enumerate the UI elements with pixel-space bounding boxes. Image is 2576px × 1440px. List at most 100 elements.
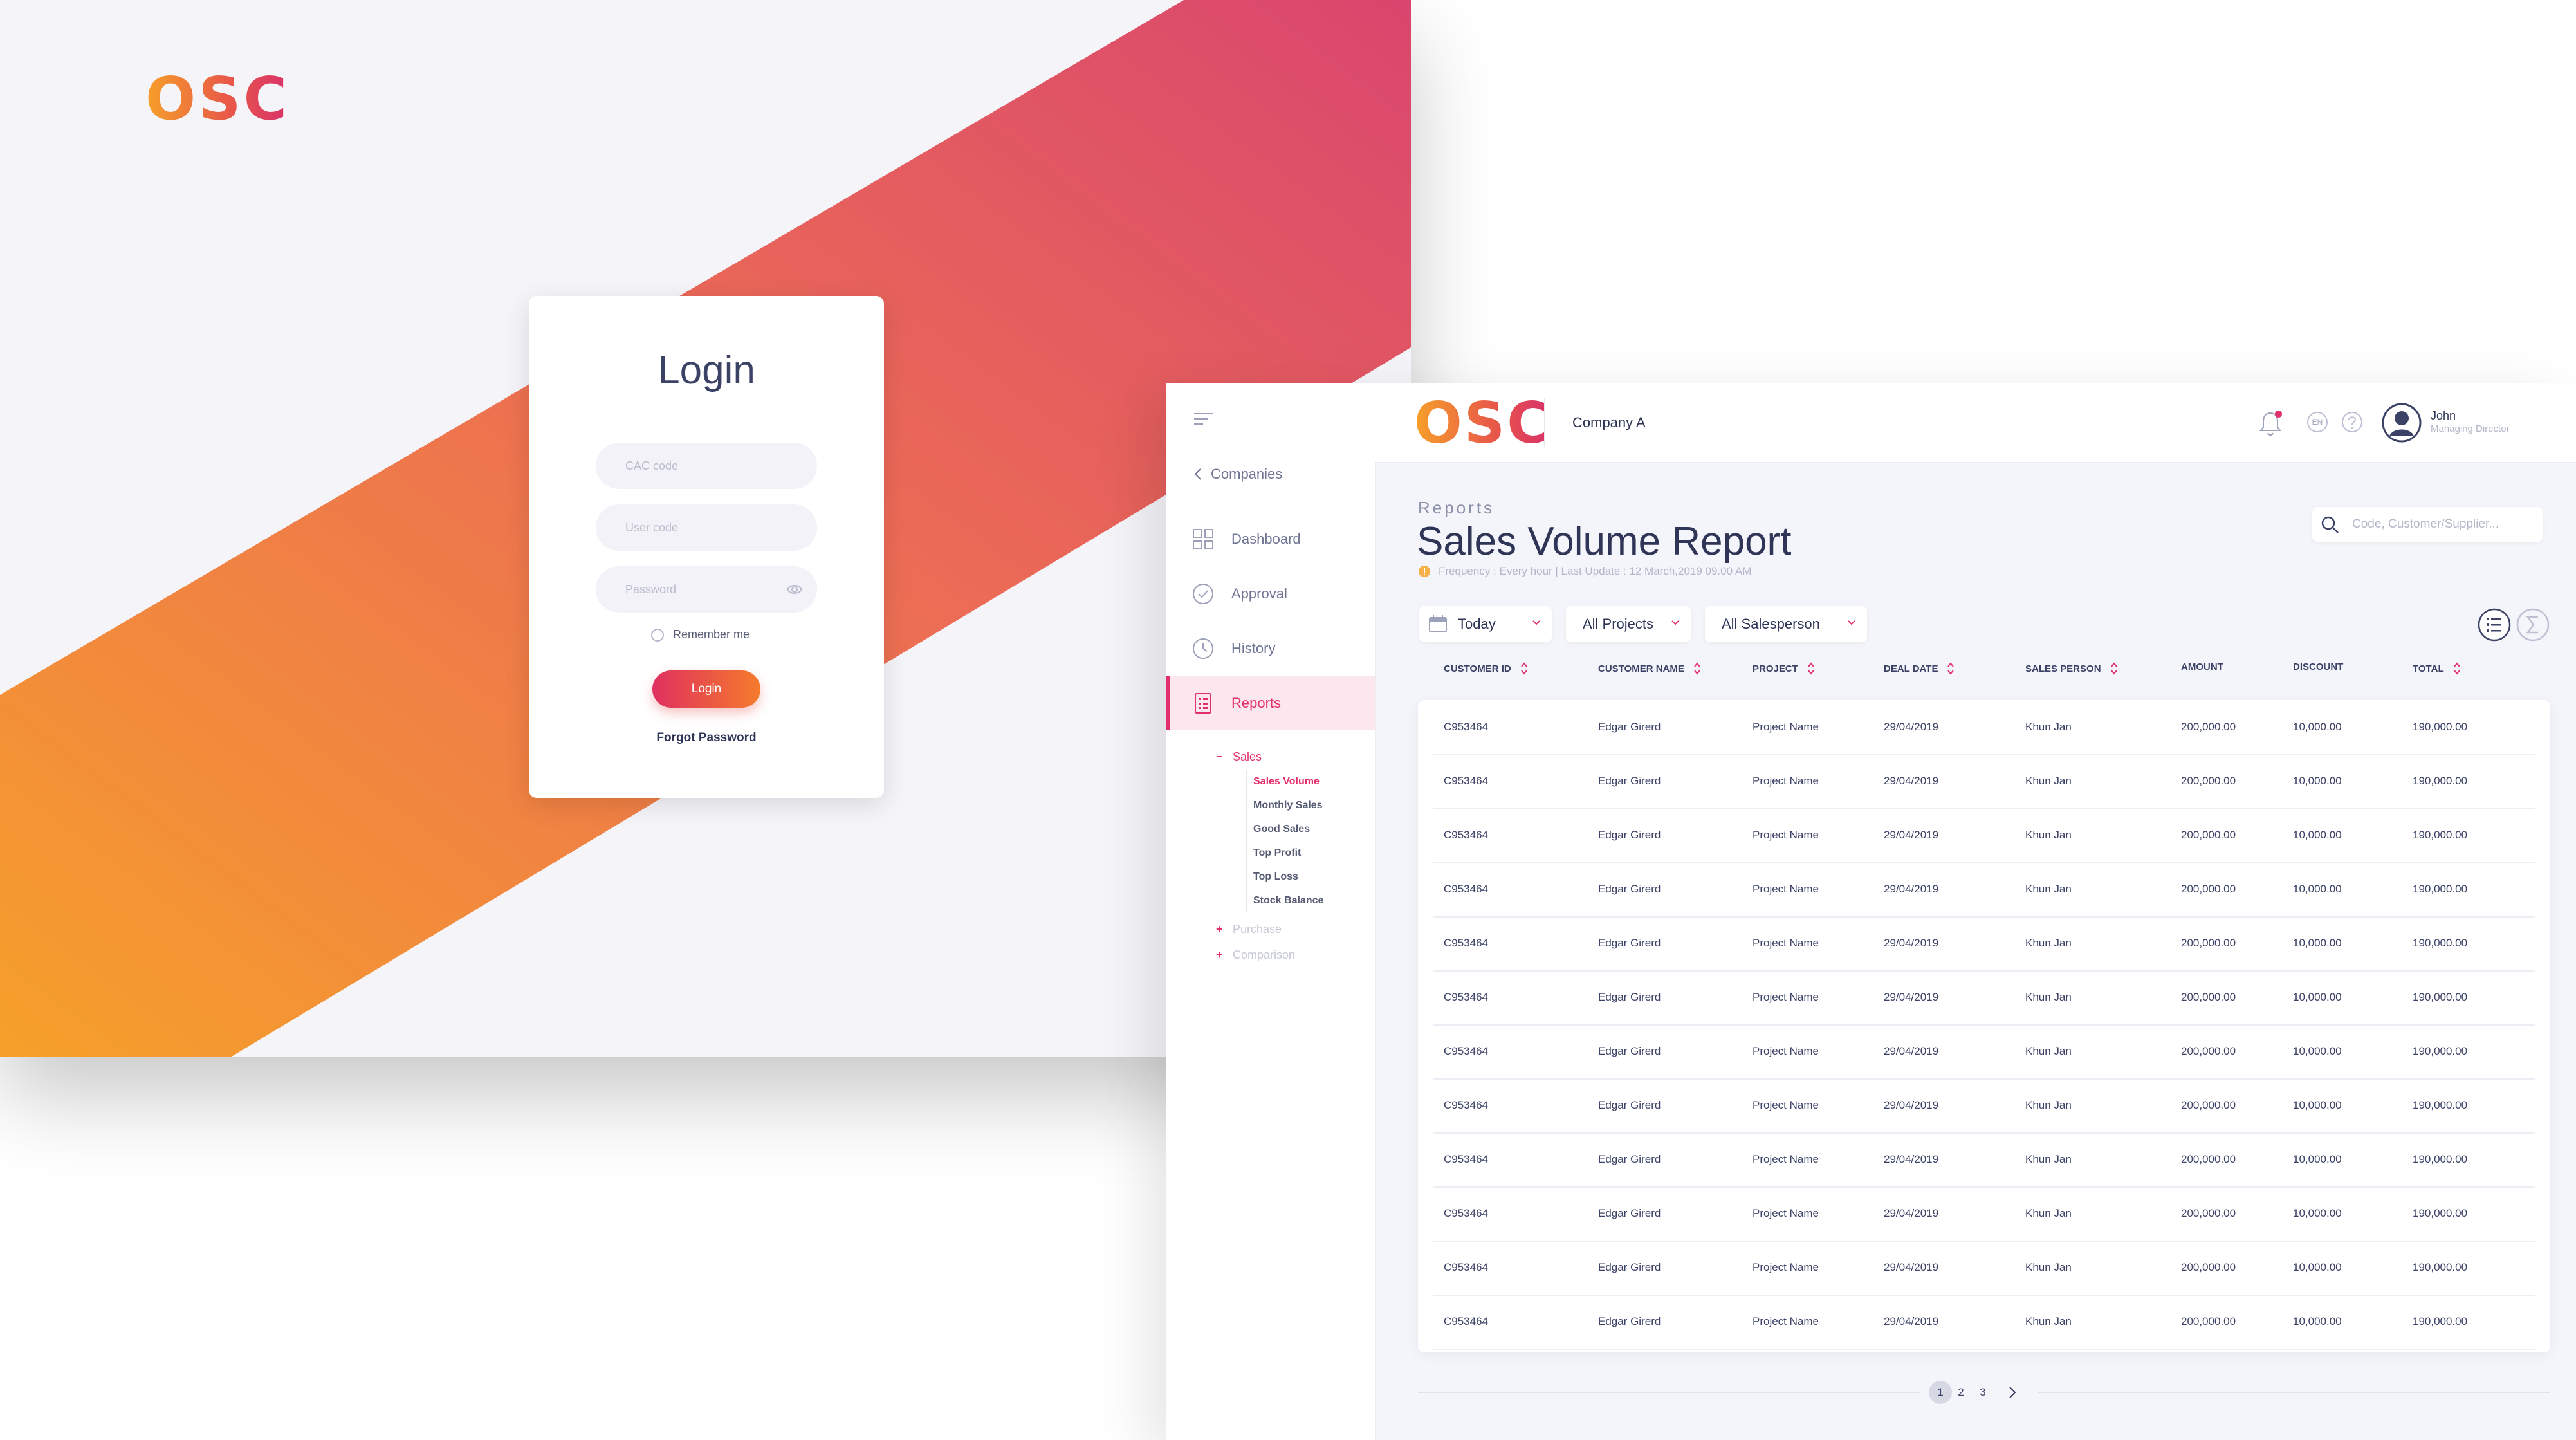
list-view-icon[interactable] xyxy=(2477,607,2512,642)
table-row[interactable]: C953464 Edgar Girerd Project Name 29/04/201… xyxy=(1433,1241,2535,1296)
projects-filter-dropdown[interactable]: All Projects xyxy=(1566,606,1691,642)
column-header-customer-id[interactable]: CUSTOMER ID xyxy=(1444,661,1528,676)
submenu-item-monthly-sales[interactable]: Monthly Sales xyxy=(1253,793,1323,817)
table-row[interactable]: C953464 Edgar Girerd Project Name 29/04/201… xyxy=(1433,1132,2535,1188)
sort-icon[interactable] xyxy=(2110,661,2118,676)
column-header-project[interactable]: PROJECT xyxy=(1753,661,1815,676)
report-app: Companies Dashboard Approval History Rep… xyxy=(1166,383,2576,1440)
submenu-group-comparison[interactable]: + Comparison xyxy=(1216,942,1323,968)
cell-amount: 200,000.00 xyxy=(2181,1207,2236,1219)
table-row[interactable]: C953464 Edgar Girerd Project Name 29/04/201… xyxy=(1433,1078,2535,1134)
submenu-item-sales-volume[interactable]: Sales Volume xyxy=(1253,770,1323,793)
cell-sales-person: Khun Jan xyxy=(2025,1261,2072,1273)
cell-total: 190,000.00 xyxy=(2413,775,2468,787)
column-header-total[interactable]: TOTAL xyxy=(2413,661,2461,676)
table-row[interactable]: C953464 Edgar Girerd Project Name 29/04/201… xyxy=(1433,916,2535,972)
cell-deal-date: 29/04/2019 xyxy=(1884,1099,1939,1111)
column-header-sales-person[interactable]: SALES PERSON xyxy=(2025,661,2118,676)
cell-total: 190,000.00 xyxy=(2413,937,2468,949)
cell-deal-date: 29/04/2019 xyxy=(1884,1315,1939,1327)
cell-discount: 10,000.00 xyxy=(2293,1315,2342,1327)
help-icon[interactable] xyxy=(2341,411,2364,434)
page-button-2[interactable]: 2 xyxy=(1949,1381,1973,1404)
company-selector[interactable]: Company A xyxy=(1572,414,1646,431)
cell-amount: 200,000.00 xyxy=(2181,937,2236,949)
report-icon xyxy=(1195,693,1211,714)
column-header-amount: AMOUNT xyxy=(2181,661,2223,672)
companies-back-link[interactable]: Companies xyxy=(1194,466,1282,483)
page-button-3[interactable]: 3 xyxy=(1971,1381,1994,1404)
submenu-group-label: Comparison xyxy=(1233,948,1296,961)
submenu-item-top-profit[interactable]: Top Profit xyxy=(1253,841,1323,865)
login-button[interactable]: Login xyxy=(652,670,760,708)
date-filter-dropdown[interactable]: Today xyxy=(1419,606,1552,642)
table-row[interactable]: C953464 Edgar Girerd Project Name 29/04/201… xyxy=(1433,970,2535,1026)
cell-discount: 10,000.00 xyxy=(2293,775,2342,787)
submenu-item-top-loss[interactable]: Top Loss xyxy=(1253,865,1323,889)
cell-total: 190,000.00 xyxy=(2413,721,2468,733)
sidebar-item-approval[interactable]: Approval xyxy=(1166,567,1375,621)
cell-project: Project Name xyxy=(1753,1207,1819,1219)
salesperson-filter-dropdown[interactable]: All Salesperson xyxy=(1705,606,1867,642)
cell-deal-date: 29/04/2019 xyxy=(1884,1207,1939,1219)
info-icon xyxy=(1419,566,1430,577)
eye-icon[interactable] xyxy=(786,582,803,597)
column-header-discount: DISCOUNT xyxy=(2293,661,2343,672)
submenu-group-sales[interactable]: − Sales xyxy=(1216,744,1323,770)
column-header-label: DISCOUNT xyxy=(2293,661,2344,672)
forgot-password-link[interactable]: Forgot Password xyxy=(529,731,884,745)
remember-me-checkbox[interactable] xyxy=(651,628,664,642)
search-input[interactable]: Code, Customer/Supplier... xyxy=(2312,507,2543,542)
remember-me-row[interactable]: Remember me xyxy=(651,628,750,642)
cell-customer-id: C953464 xyxy=(1444,1207,1489,1219)
sort-icon[interactable] xyxy=(1693,661,1701,676)
chevron-left-icon xyxy=(1194,468,1201,480)
table-row[interactable]: C953464 Edgar Girerd Project Name 29/04/201… xyxy=(1433,1024,2535,1080)
sidebar-item-history[interactable]: History xyxy=(1166,622,1375,676)
submenu-item-stock-balance[interactable]: Stock Balance xyxy=(1253,889,1323,912)
cell-sales-person: Khun Jan xyxy=(2025,775,2072,787)
cell-customer-id: C953464 xyxy=(1444,1099,1489,1111)
sort-icon[interactable] xyxy=(1520,661,1528,676)
user-name: John xyxy=(2431,409,2456,422)
cell-amount: 200,000.00 xyxy=(2181,1153,2236,1165)
cell-customer-name: Edgar Girerd xyxy=(1598,1099,1661,1111)
expand-icon: + xyxy=(1216,948,1223,961)
chevron-right-icon[interactable] xyxy=(2005,1385,2020,1400)
avatar[interactable] xyxy=(2382,403,2422,443)
column-header-deal-date[interactable]: DEAL DATE xyxy=(1884,661,1955,676)
language-switch[interactable]: EN xyxy=(2307,412,2328,432)
page-button-1[interactable]: 1 xyxy=(1929,1381,1952,1404)
sort-icon[interactable] xyxy=(1947,661,1955,676)
reports-submenu: − Sales Sales Volume Monthly Sales Good … xyxy=(1216,744,1323,968)
breadcrumb[interactable]: Reports xyxy=(1418,498,1495,518)
summary-view-icon[interactable] xyxy=(2516,607,2550,642)
sort-icon[interactable] xyxy=(1807,661,1815,676)
submenu-item-good-sales[interactable]: Good Sales xyxy=(1253,817,1323,841)
table-row[interactable]: C953464 Edgar Girerd Project Name 29/04/201… xyxy=(1433,1295,2535,1350)
menu-icon[interactable] xyxy=(1194,412,1213,426)
sidebar-item-dashboard[interactable]: Dashboard xyxy=(1166,512,1375,566)
password-input[interactable]: Password xyxy=(596,566,817,613)
app-logo[interactable]: OSC xyxy=(1414,390,1550,456)
sidebar: Companies Dashboard Approval History Rep… xyxy=(1166,383,1376,1440)
cac-code-input[interactable]: CAC code xyxy=(596,443,817,489)
table-row[interactable]: C953464 Edgar Girerd Project Name 29/04/201… xyxy=(1433,808,2535,863)
user-code-input[interactable]: User code xyxy=(596,504,817,551)
table-row[interactable]: C953464 Edgar Girerd Project Name 29/04/201… xyxy=(1433,1186,2535,1242)
calendar-icon xyxy=(1429,615,1447,632)
table-row[interactable]: C953464 Edgar Girerd Project Name 29/04/201… xyxy=(1433,700,2535,755)
table-row[interactable]: C953464 Edgar Girerd Project Name 29/04/201… xyxy=(1433,862,2535,918)
column-header-label: TOTAL xyxy=(2413,663,2444,674)
cell-total: 190,000.00 xyxy=(2413,1261,2468,1273)
column-header-customer-name[interactable]: CUSTOMER NAME xyxy=(1598,661,1701,676)
submenu-group-purchase[interactable]: + Purchase xyxy=(1216,916,1323,942)
search-icon xyxy=(2321,516,2339,533)
sort-icon[interactable] xyxy=(2453,661,2461,676)
cell-project: Project Name xyxy=(1753,1045,1819,1057)
cell-sales-person: Khun Jan xyxy=(2025,1315,2072,1327)
table-row[interactable]: C953464 Edgar Girerd Project Name 29/04/201… xyxy=(1433,754,2535,809)
cell-discount: 10,000.00 xyxy=(2293,991,2342,1003)
sidebar-item-reports[interactable]: Reports xyxy=(1166,676,1375,730)
column-header-label: DEAL DATE xyxy=(1884,663,1938,674)
